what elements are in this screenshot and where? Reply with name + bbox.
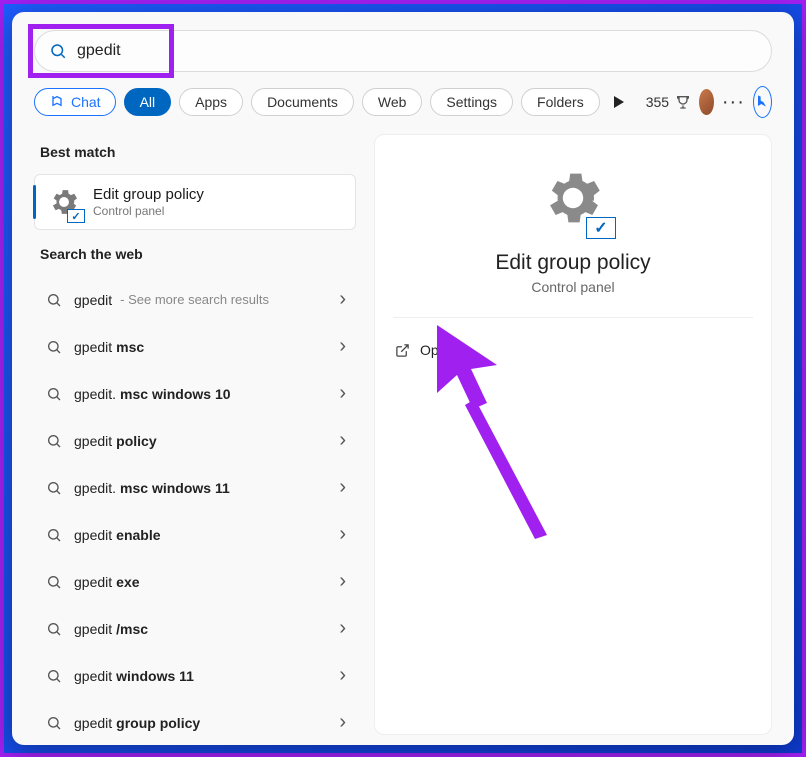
bing-chat-icon [49, 94, 65, 110]
chevron-right-icon: › [339, 664, 346, 687]
chevron-right-icon: › [339, 476, 346, 499]
user-avatar[interactable] [699, 89, 714, 115]
web-result-text: gpedit windows 11 [74, 668, 327, 684]
search-input[interactable] [77, 42, 757, 60]
tab-apps[interactable]: Apps [179, 88, 243, 116]
chevron-right-icon: › [339, 570, 346, 593]
web-result-item[interactable]: gpedit group policy › [34, 699, 356, 746]
rewards-counter[interactable]: 355 [646, 94, 691, 110]
web-result-text: gpedit enable [74, 527, 327, 543]
search-icon [46, 621, 62, 637]
web-result-text: gpedit/msc [74, 621, 327, 637]
chevron-right-icon: › [339, 335, 346, 358]
open-action-label: Open [420, 342, 454, 358]
web-result-text: gpedit - See more search results [74, 292, 327, 308]
best-match-subtitle: Control panel [93, 204, 204, 218]
search-icon [46, 339, 62, 355]
tab-web[interactable]: Web [362, 88, 423, 116]
web-result-text: gpedit exe [74, 574, 327, 590]
rewards-points: 355 [646, 94, 669, 110]
checkmark-badge-icon: ✓ [67, 209, 85, 223]
search-web-label: Search the web [34, 236, 356, 276]
web-results-list: gpedit - See more search results›gpedit … [34, 276, 356, 746]
trophy-icon [675, 94, 691, 110]
open-action[interactable]: Open [393, 336, 753, 364]
bing-button[interactable] [753, 86, 772, 118]
web-result-text: gpedit.msc windows 10 [74, 386, 327, 402]
detail-title: Edit group policy [495, 251, 650, 275]
chat-label: Chat [71, 94, 101, 110]
tab-all[interactable]: All [124, 88, 172, 116]
web-result-item[interactable]: gpedit.msc windows 11 › [34, 464, 356, 511]
web-result-item[interactable]: gpedit enable › [34, 511, 356, 558]
web-result-item[interactable]: gpedit windows 11 › [34, 652, 356, 699]
chevron-right-icon: › [339, 429, 346, 452]
results-left-column: Best match ✓ Edit group policy Control p… [34, 134, 356, 735]
chevron-right-icon: › [339, 711, 346, 734]
open-external-icon [395, 343, 410, 358]
search-icon [46, 292, 62, 308]
chevron-right-icon: › [339, 523, 346, 546]
web-result-item[interactable]: gpedit policy › [34, 417, 356, 464]
web-result-item[interactable]: gpedit - See more search results › [34, 276, 356, 323]
search-window: Chat All Apps Documents Web Settings Fol… [12, 12, 794, 745]
tabs-row: Chat All Apps Documents Web Settings Fol… [34, 86, 772, 118]
web-result-item[interactable]: gpedit.msc windows 10 › [34, 370, 356, 417]
search-icon [46, 668, 62, 684]
search-icon [46, 480, 62, 496]
search-bar[interactable] [34, 30, 772, 72]
web-result-item[interactable]: gpedit msc › [34, 323, 356, 370]
chevron-right-icon: › [339, 288, 346, 311]
web-result-text: gpedit group policy [74, 715, 327, 731]
tab-folders[interactable]: Folders [521, 88, 600, 116]
detail-app-icon: ✓ [538, 163, 608, 233]
chevron-right-icon: › [339, 382, 346, 405]
bing-icon [754, 94, 770, 110]
search-icon [46, 386, 62, 402]
search-icon [46, 433, 62, 449]
results-columns: Best match ✓ Edit group policy Control p… [34, 134, 772, 735]
web-result-text: gpedit.msc windows 11 [74, 480, 327, 496]
tab-settings[interactable]: Settings [430, 88, 513, 116]
detail-header: ✓ Edit group policy Control panel [393, 163, 753, 318]
search-icon [46, 527, 62, 543]
gear-icon-wrap: ✓ [47, 185, 81, 219]
chevron-right-icon: › [339, 617, 346, 640]
detail-panel: ✓ Edit group policy Control panel Open [374, 134, 772, 735]
search-icon [49, 42, 67, 60]
more-tabs-icon[interactable] [614, 96, 624, 108]
best-match-label: Best match [34, 134, 356, 174]
tab-documents[interactable]: Documents [251, 88, 354, 116]
web-result-text: gpedit msc [74, 339, 327, 355]
search-icon [46, 574, 62, 590]
best-match-result[interactable]: ✓ Edit group policy Control panel [34, 174, 356, 230]
search-icon [46, 715, 62, 731]
more-options-button[interactable]: ··· [722, 91, 745, 114]
detail-subtitle: Control panel [531, 279, 614, 295]
web-result-text: gpedit policy [74, 433, 327, 449]
best-match-title: Edit group policy [93, 186, 204, 204]
chat-button[interactable]: Chat [34, 88, 116, 116]
search-bar-wrap [34, 30, 772, 72]
detail-actions: Open [393, 318, 753, 364]
checkmark-badge-icon: ✓ [586, 217, 616, 239]
web-result-item[interactable]: gpedit/msc › [34, 605, 356, 652]
web-result-item[interactable]: gpedit exe › [34, 558, 356, 605]
